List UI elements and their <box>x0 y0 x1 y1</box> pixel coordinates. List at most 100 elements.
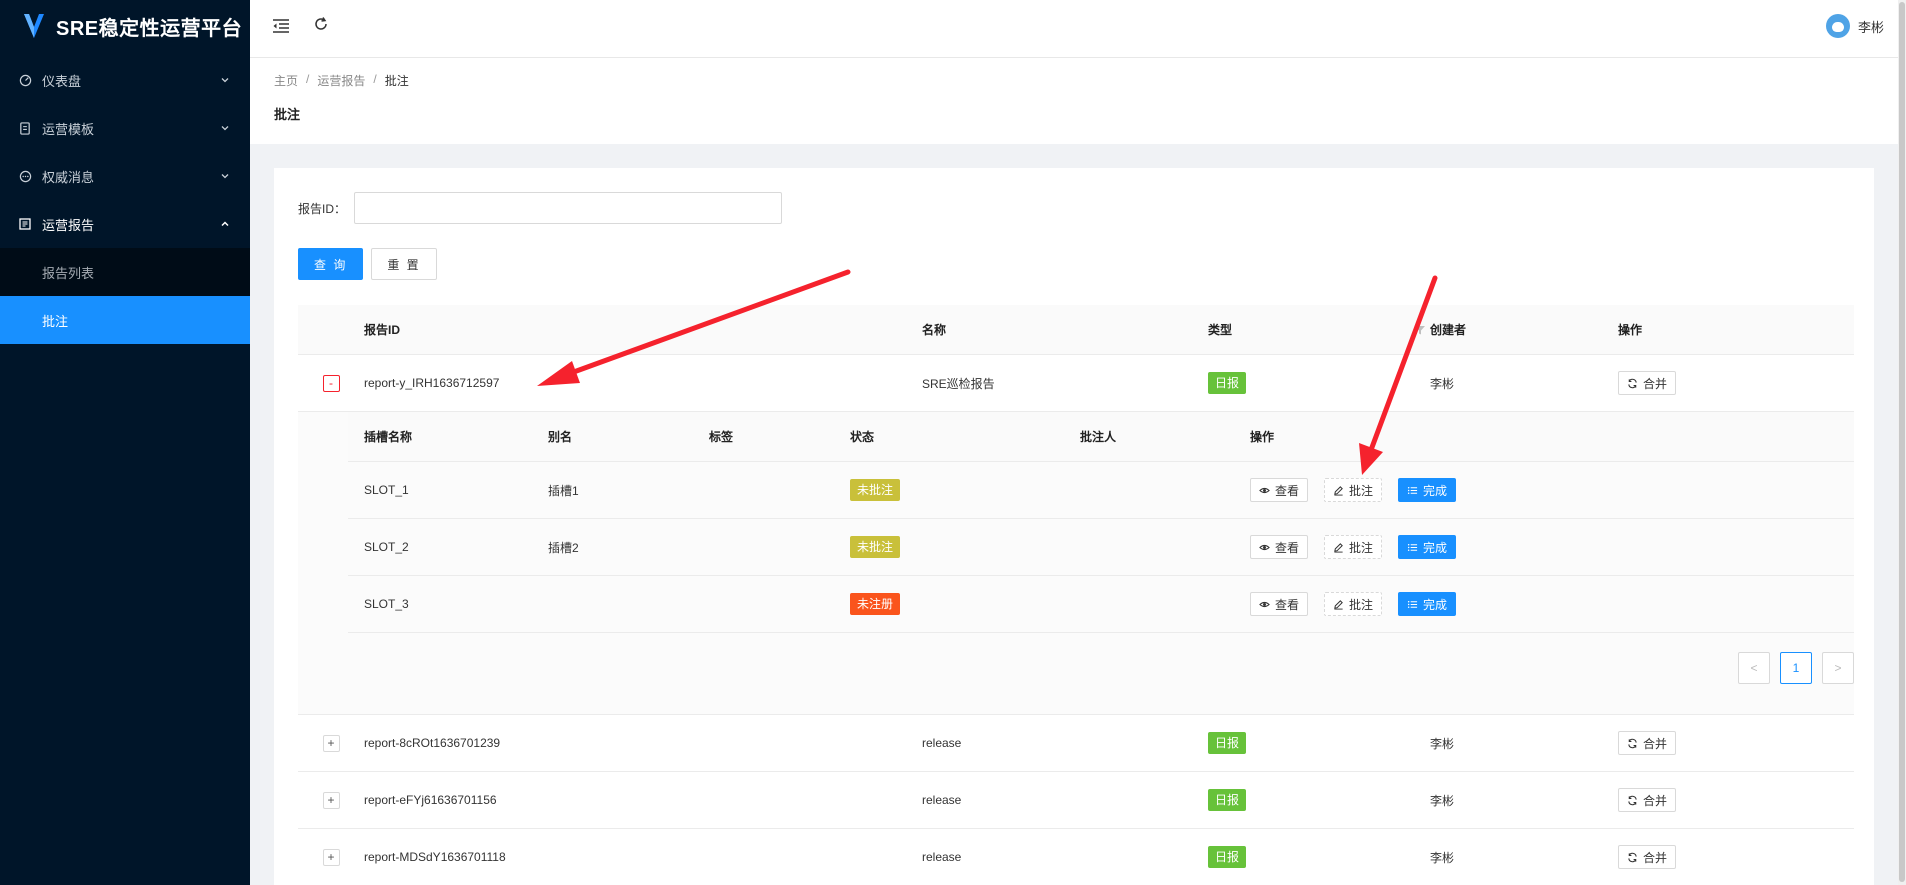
done-label: 完成 <box>1423 597 1448 612</box>
report-id-input[interactable] <box>354 192 783 224</box>
sidebar-item-report-list[interactable]: 报告列表 <box>0 248 250 296</box>
slot-table-header: 插槽名称 别名 标签 状态 批注人 操作 <box>348 412 1854 462</box>
slot-alias-cell: 插槽1 <box>548 483 579 498</box>
expand-button[interactable]: + <box>322 791 340 809</box>
expand-button[interactable]: + <box>322 734 340 752</box>
merge-label: 合并 <box>1643 793 1668 808</box>
list-icon <box>1407 543 1418 551</box>
refresh-icon <box>315 17 327 30</box>
slot-row: SLOT_3 未注册 查看 批注 完成 <box>348 576 1854 633</box>
side-menu: 仪表盘 运营模板 权威消息 运营报告 <box>0 56 250 248</box>
user-menu[interactable]: 李彬 <box>1825 14 1884 38</box>
annotate-button[interactable]: 批注 <box>1324 535 1383 559</box>
annotate-button[interactable]: 批注 <box>1324 592 1383 616</box>
column-header-tag: 标签 <box>709 430 734 444</box>
creator-cell: 李彬 <box>1430 736 1455 751</box>
sidebar-item-messages[interactable]: 权威消息 <box>0 152 250 200</box>
annotate-label: 批注 <box>1349 483 1374 498</box>
view-button[interactable]: 查看 <box>1250 478 1309 502</box>
annotate-button[interactable]: 批注 <box>1324 478 1383 502</box>
merge-button[interactable]: 合并 <box>1618 788 1677 812</box>
filter-icon[interactable] <box>1414 324 1426 336</box>
sync-icon <box>1628 738 1637 748</box>
eye-icon <box>1259 601 1270 607</box>
page-header: 主页 / 运营报告 / 批注 批注 <box>250 58 1906 144</box>
report-id-cell: report-MDSdY1636701118 <box>364 850 506 864</box>
edit-icon <box>1334 599 1343 610</box>
sidebar: SRE稳定性运营平台 仪表盘 运营模板 权威消息 运营报告 报告列表 批注 <box>0 0 250 885</box>
scrollbar-thumb[interactable] <box>1899 2 1905 882</box>
table-row: + report-8cROt1636701239 release 日报 李彬 合… <box>298 715 1854 772</box>
merge-button[interactable]: 合并 <box>1618 731 1677 755</box>
sidebar-item-annotate[interactable]: 批注 <box>0 296 250 344</box>
column-header-type: 类型 <box>1208 321 1430 338</box>
table-row: - report-y_IRH1636712597 SRE巡检报告 日报 李彬 合… <box>298 355 1854 412</box>
query-button[interactable]: 查 询 <box>298 248 364 280</box>
column-header-op: 操作 <box>1618 323 1643 337</box>
report-icon <box>18 217 32 231</box>
view-label: 查看 <box>1275 597 1300 612</box>
report-name-cell: release <box>922 736 962 750</box>
status-badge: 未注册 <box>850 593 901 615</box>
view-button[interactable]: 查看 <box>1250 535 1309 559</box>
list-icon <box>1407 600 1418 608</box>
sync-icon <box>1628 378 1637 388</box>
collapse-button[interactable]: - <box>322 374 340 392</box>
expand-button[interactable]: + <box>322 848 340 866</box>
breadcrumb-home[interactable]: 主页 <box>274 72 298 89</box>
type-tag: 日报 <box>1208 846 1247 868</box>
refresh-button[interactable] <box>310 13 332 35</box>
done-button[interactable]: 完成 <box>1398 592 1457 616</box>
annotate-label: 批注 <box>1349 597 1374 612</box>
merge-button[interactable]: 合并 <box>1618 371 1677 395</box>
report-id-cell: report-8cROt1636701239 <box>364 736 501 750</box>
sync-icon <box>1628 852 1637 862</box>
app-title: SRE稳定性运营平台 <box>56 17 243 40</box>
sidebar-item-label: 仪表盘 <box>42 73 82 89</box>
avatar <box>1825 14 1850 38</box>
breadcrumb-section[interactable]: 运营报告 <box>317 72 365 89</box>
next-page-button[interactable]: > <box>1822 652 1854 684</box>
status-badge: 未批注 <box>850 479 901 501</box>
type-tag: 日报 <box>1208 789 1247 811</box>
column-header-id: 报告ID <box>364 323 401 337</box>
done-button[interactable]: 完成 <box>1398 478 1457 502</box>
prev-page-button[interactable]: < <box>1738 652 1770 684</box>
user-name: 李彬 <box>1857 19 1884 35</box>
chevron-down-icon <box>221 174 229 179</box>
report-name-cell: release <box>922 793 962 807</box>
report-id-cell: report-y_IRH1636712597 <box>364 376 500 390</box>
report-name-cell: release <box>922 850 962 864</box>
search-actions: 查 询 重 置 <box>298 248 437 280</box>
logo-icon <box>24 14 44 38</box>
sidebar-item-templates[interactable]: 运营模板 <box>0 104 250 152</box>
chevron-up-icon <box>221 221 229 227</box>
report-id-cell: report-eFYj61636701156 <box>364 793 497 807</box>
file-icon <box>18 121 32 135</box>
merge-button[interactable]: 合并 <box>1618 845 1677 869</box>
done-label: 完成 <box>1423 483 1448 498</box>
menu-fold-button[interactable] <box>270 15 292 37</box>
dashboard-icon <box>18 73 32 87</box>
sidebar-item-label: 权威消息 <box>42 169 95 185</box>
merge-label: 合并 <box>1643 850 1668 865</box>
reset-button[interactable]: 重 置 <box>371 248 437 280</box>
edit-icon <box>1334 542 1343 553</box>
list-icon <box>1407 486 1418 494</box>
scrollbar[interactable] <box>1898 0 1906 885</box>
report-name-cell: SRE巡检报告 <box>922 376 995 391</box>
menu-fold-icon <box>273 19 289 33</box>
view-button[interactable]: 查看 <box>1250 592 1309 616</box>
brand[interactable]: SRE稳定性运营平台 <box>0 0 250 52</box>
done-button[interactable]: 完成 <box>1398 535 1457 559</box>
done-label: 完成 <box>1423 540 1448 555</box>
sidebar-item-dashboard[interactable]: 仪表盘 <box>0 56 250 104</box>
expanded-row-content: 插槽名称 别名 标签 状态 批注人 操作 SLOT_1 插槽1 未批注 查看 批… <box>298 412 1854 715</box>
sidebar-item-reports[interactable]: 运营报告 <box>0 200 250 248</box>
creator-cell: 李彬 <box>1430 850 1455 865</box>
page-1-button[interactable]: 1 <box>1780 652 1812 684</box>
message-icon <box>18 169 32 183</box>
slot-name-cell: SLOT_2 <box>364 540 409 554</box>
column-header-name: 名称 <box>922 323 947 337</box>
edit-icon <box>1334 485 1343 496</box>
